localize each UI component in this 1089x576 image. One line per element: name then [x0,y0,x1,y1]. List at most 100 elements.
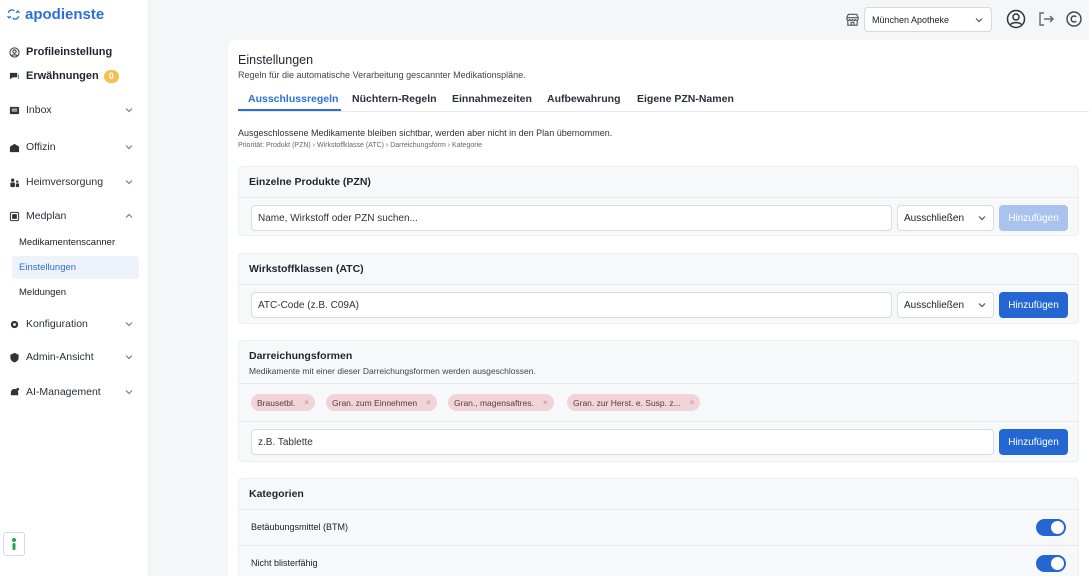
shield-icon [8,351,20,363]
chip-label: Gran., magensaftres. [454,397,534,408]
sidebar-item-label: Admin-Ansicht [26,351,94,363]
tab-einnahmezeiten[interactable]: Einnahmezeiten [452,93,532,105]
sidebar-item-label: Medplan [26,210,67,222]
dosage-forms-chip-list: Brausetbl. × Gran. zum Einnehmen × Gran., … [251,394,1071,411]
divider [239,383,1078,384]
user-circle-icon [8,46,20,58]
pharmacy-select[interactable]: München Apotheke [864,7,992,32]
chat-icon [8,70,20,82]
chevron-down-icon [125,388,133,396]
pzn-search-input[interactable]: Name, Wirkstoff oder PZN suchen... [251,205,892,231]
sidebar-item-heimversorgung[interactable]: Heimversorgung [0,173,149,191]
pzn-section: Einzelne Produkte (PZN) Name, Wirkstoff … [238,166,1079,236]
dosage-form-chip[interactable]: Gran. zur Herst. e. Susp. z... × [567,394,701,411]
nicht-blisterfaehig-toggle[interactable] [1036,554,1066,572]
dosage-form-add-button[interactable]: Hinzufügen [999,429,1068,455]
dosage-forms-section: Darreichungsformen Medikamente mit einer… [238,340,1079,462]
category-label: Betäubungsmittel (BTM) [251,522,349,532]
sidebar-subitem-meldungen[interactable]: Meldungen [12,281,139,304]
close-icon[interactable]: × [426,398,431,407]
chip-label: Brausetbl. [257,397,296,408]
category-row-btm: Betäubungsmittel (BTM) [239,509,1078,545]
dosage-forms-description: Medikamente mit einer dieser Darreichung… [249,366,536,376]
dosage-form-chip[interactable]: Gran. zum Einnehmen × [326,394,437,411]
info-icon [12,538,16,550]
account-icon[interactable] [1006,9,1026,29]
sidebar-item-erwaehnungen[interactable]: Erwähnungen 0 [0,67,149,85]
tab-eigene-pzn-namen[interactable]: Eigene PZN-Namen [637,93,734,105]
sidebar-item-label: Heimversorgung [26,176,104,188]
chevron-up-icon [125,212,133,220]
mentions-count-badge: 0 [103,69,119,83]
chevron-down-icon [125,106,133,114]
sidebar-item-inbox[interactable]: Inbox [0,101,149,119]
sidebar-item-offizin[interactable]: Offizin [0,138,149,156]
sidebar: apodienste Profileinstellung Erwähnungen… [0,0,149,576]
atc-action-select[interactable]: Ausschließen [897,292,994,318]
divider [239,284,1078,285]
priority-text: Priorität: Produkt (PZN) › Wirkstoffklas… [238,142,483,149]
category-label: Nicht blisterfähig [251,558,318,568]
category-row-nicht-blisterfaehig: Nicht blisterfähig [239,545,1078,576]
sidebar-item-label: Inbox [26,104,52,116]
scan-icon [8,210,20,222]
chevron-down-icon [978,301,986,309]
ai-icon [8,386,20,398]
categories-section: Kategorien Betäubungsmittel (BTM) Nicht … [238,478,1079,576]
logo-icon [7,9,20,20]
tab-nuechtern-regeln[interactable]: Nüchtern-Regeln [352,93,437,105]
close-icon[interactable]: × [690,398,695,407]
tab-aufbewahrung[interactable]: Aufbewahrung [547,93,621,105]
tab-ausschlussregeln[interactable]: Ausschlussregeln [248,93,338,105]
logo-text: apodienste [25,6,105,23]
pzn-add-button[interactable]: Hinzufügen [999,205,1068,231]
atc-section: Wirkstoffklassen (ATC) ATC-Code (z.B. C0… [238,253,1079,324]
chevron-down-icon [978,214,986,222]
atc-action-select-value: Ausschließen [904,299,965,311]
pharmacy-select-value: München Apotheke [872,14,950,25]
atc-section-title: Wirkstoffklassen (ATC) [249,263,364,275]
sidebar-subitem-einstellungen[interactable]: Einstellungen [12,256,139,279]
page-subtitle: Regeln für die automatische Verarbeitung… [238,70,526,80]
sidebar-item-label: Offizin [26,141,56,153]
gear-icon [8,318,20,330]
chevron-down-icon [125,353,133,361]
dosage-form-chip[interactable]: Brausetbl. × [251,394,315,411]
atc-code-input[interactable]: ATC-Code (z.B. C09A) [251,292,892,318]
close-icon[interactable]: × [543,398,548,407]
divider [239,197,1078,198]
settings-tabs: Ausschlussregeln Nüchtern-Regeln Einnahm… [238,90,1089,112]
sidebar-item-label: Profileinstellung [26,46,113,58]
chip-label: Gran. zum Einnehmen [332,397,418,408]
logout-icon[interactable] [1036,9,1056,29]
sidebar-item-label: Erwähnungen [26,70,99,82]
btm-toggle[interactable] [1036,518,1066,536]
atc-add-button[interactable]: Hinzufügen [999,292,1068,318]
exclusion-info-text: Ausgeschlossene Medikamente bleiben sich… [238,128,613,138]
dosage-form-input[interactable]: z.B. Tablette [251,429,994,455]
chevron-down-icon [125,178,133,186]
chip-label: Gran. zur Herst. e. Susp. z... [573,397,681,408]
pzn-action-select[interactable]: Ausschließen [897,205,994,231]
active-tab-indicator [238,109,341,111]
categories-section-title: Kategorien [249,488,304,500]
store-icon [8,141,20,153]
divider [239,421,1078,422]
sidebar-item-admin-ansicht[interactable]: Admin-Ansicht [0,348,149,366]
copyright-icon[interactable] [1064,9,1084,29]
dosage-forms-section-title: Darreichungsformen [249,350,353,362]
sidebar-item-konfiguration[interactable]: Konfiguration [0,315,149,333]
sidebar-item-ai-management[interactable]: AI-Management [0,383,149,401]
dosage-form-chip[interactable]: Gran., magensaftres. × [448,394,554,411]
sidebar-subitem-medikamentenscanner[interactable]: Medikamentenscanner [12,231,139,254]
sidebar-item-medplan[interactable]: Medplan [0,207,149,225]
help-button[interactable] [3,532,25,556]
chevron-down-icon [125,143,133,151]
chevron-down-icon [125,320,133,328]
page-title: Einstellungen [238,53,314,67]
settings-panel: Einstellungen Regeln für die automatisch… [228,40,1089,576]
close-icon[interactable]: × [304,398,309,407]
sidebar-item-profileinstellung[interactable]: Profileinstellung [0,43,149,61]
pharmacy-store-icon [845,12,860,27]
app-logo[interactable]: apodienste [5,6,104,23]
